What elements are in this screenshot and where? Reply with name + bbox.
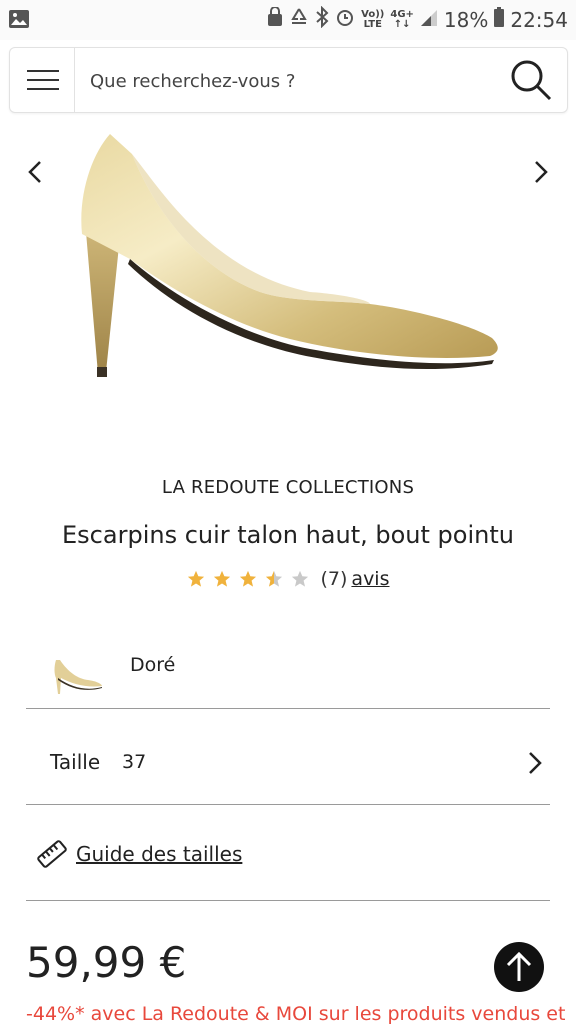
star-half-icon — [265, 570, 282, 587]
gallery-icon — [8, 8, 30, 34]
search-button[interactable] — [509, 58, 553, 102]
product-image — [81, 134, 498, 377]
bluetooth-icon — [315, 5, 329, 33]
status-bar: Vo)) LTE 4G+ ↑↓ 18% 22:54 — [0, 0, 576, 40]
recycle-icon — [289, 7, 309, 32]
color-swatch-thumbnail — [54, 660, 102, 694]
star-icon — [187, 570, 204, 587]
rating-stars — [187, 570, 309, 588]
alarm-icon — [335, 7, 355, 32]
chevron-left-icon — [28, 161, 41, 183]
chevron-right-icon — [529, 752, 542, 774]
search-input[interactable] — [88, 48, 492, 114]
next-image-button[interactable] — [526, 152, 556, 192]
scroll-to-top-button[interactable] — [494, 942, 544, 992]
lock-icon — [267, 6, 283, 32]
chevron-right-icon — [535, 161, 548, 183]
star-empty-icon — [291, 570, 308, 587]
size-selector[interactable]: Taille 37 — [26, 710, 550, 804]
hamburger-icon-line — [27, 70, 59, 72]
color-selector[interactable]: Doré — [26, 640, 550, 708]
product-title: Escarpins cuir talon haut, bout pointu — [62, 521, 514, 549]
divider — [26, 804, 550, 805]
ruler-icon — [37, 840, 67, 868]
divider — [26, 900, 550, 901]
brand-name[interactable]: LA REDOUTE COLLECTIONS — [0, 477, 576, 498]
network-icon: 4G+ ↑↓ — [390, 8, 414, 30]
size-guide-label[interactable]: Guide des tailles — [76, 842, 242, 866]
size-value: 37 — [122, 751, 147, 773]
color-label: Doré — [130, 654, 176, 676]
search-icon — [511, 60, 552, 101]
reviews-count: (7) — [320, 568, 348, 590]
product-rating[interactable]: (7) avis — [0, 568, 576, 590]
battery-icon — [494, 7, 505, 32]
divider — [26, 708, 550, 709]
hamburger-icon-line — [27, 79, 59, 81]
size-guide-link[interactable]: Guide des tailles — [26, 834, 550, 878]
star-icon — [213, 570, 230, 587]
size-label: Taille — [50, 750, 101, 774]
product-price: 59,99 € — [26, 938, 187, 987]
signal-icon — [420, 8, 438, 32]
volte-icon: Vo)) LTE — [361, 8, 385, 30]
promo-text: -44%* avec La Redoute & MOI sur les prod… — [26, 1003, 566, 1025]
previous-image-button[interactable] — [20, 152, 50, 192]
hamburger-icon-line — [27, 88, 59, 90]
search-bar — [9, 47, 568, 114]
product-image-carousel[interactable] — [0, 120, 576, 410]
reviews-link[interactable]: avis — [351, 568, 389, 590]
arrow-up-icon — [506, 951, 532, 981]
star-icon — [239, 570, 256, 587]
menu-button[interactable] — [10, 48, 75, 112]
battery-percent: 18% — [443, 7, 489, 32]
clock: 22:54 — [510, 7, 568, 32]
